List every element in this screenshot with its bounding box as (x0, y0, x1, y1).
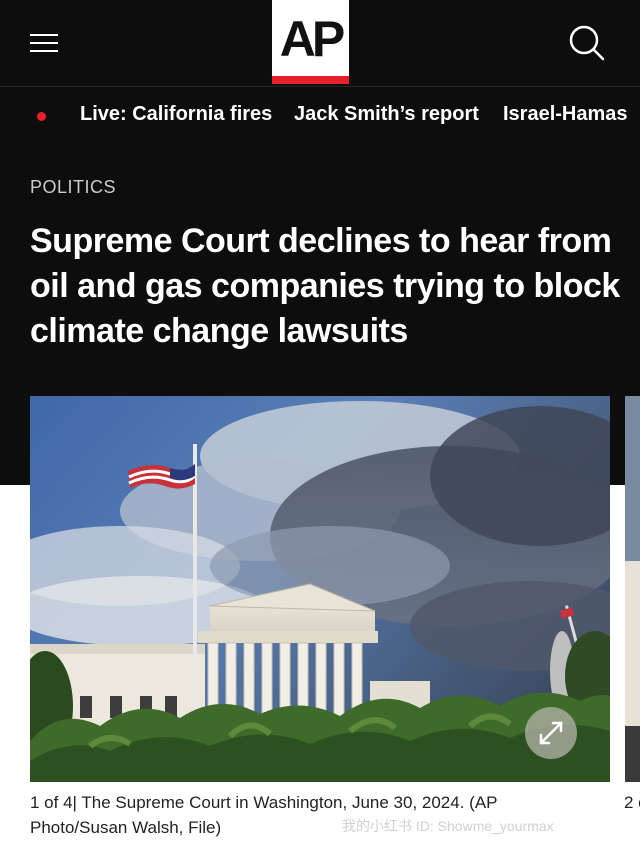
nav-item-california-fires[interactable]: Live: California fires (80, 103, 272, 126)
logo-red-bar (272, 76, 349, 84)
site-header: AP (0, 0, 640, 87)
caption-counter: 1 of 4 (30, 793, 73, 812)
logo-text: AP (279, 11, 345, 67)
article-headline: Supreme Court declines to hear from oil … (30, 222, 620, 350)
expand-button[interactable] (525, 707, 577, 759)
expand-arrows-icon (539, 721, 563, 745)
supreme-court-photo (30, 396, 610, 782)
search-button[interactable] (566, 22, 606, 62)
gallery-photo[interactable] (30, 396, 610, 782)
menu-button[interactable] (28, 26, 62, 60)
search-icon (569, 25, 605, 61)
menu-icon-bar (30, 34, 58, 36)
ap-logo[interactable]: AP (272, 0, 349, 84)
next-photo-caption: 2 of 4 | 20 (624, 793, 640, 812)
nav-item-jack-smith[interactable]: Jack Smith’s report (294, 103, 479, 126)
watermark-text: 我的小红书 ID: Showme_yourmax (342, 818, 554, 834)
nav-item-israel-hamas[interactable]: Israel-Hamas (503, 103, 628, 126)
next-photo-thumbnail (625, 396, 640, 782)
menu-icon-bar (30, 50, 58, 52)
live-dot-icon (37, 112, 46, 121)
trending-nav: Live: California fires Jack Smith’s repo… (0, 87, 640, 145)
menu-icon-bar (30, 42, 58, 44)
next-gallery-photo[interactable] (625, 396, 640, 782)
article-category[interactable]: POLITICS (30, 177, 116, 198)
